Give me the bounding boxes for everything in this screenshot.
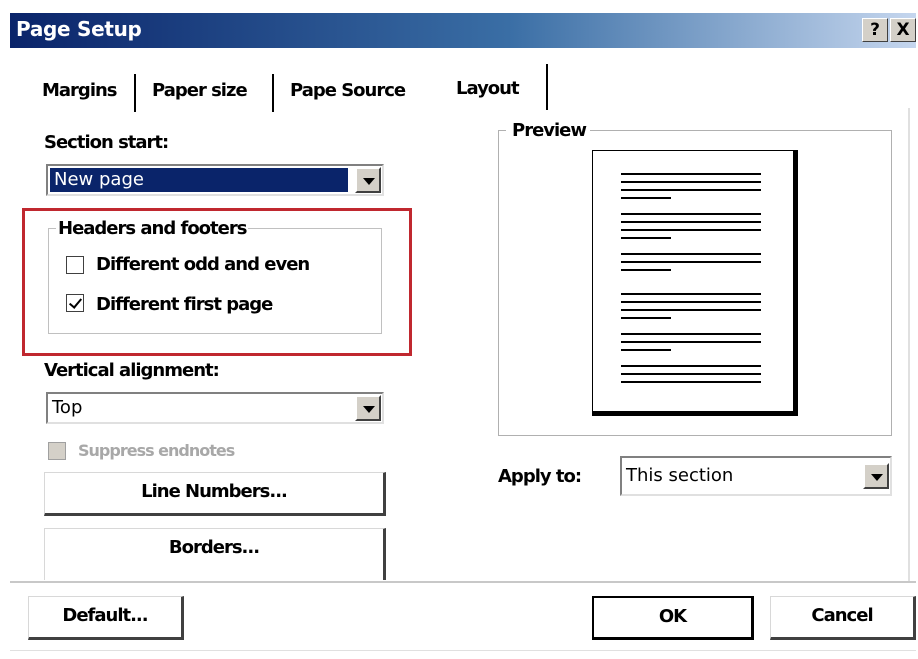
preview-line xyxy=(621,341,761,343)
borders-button[interactable]: Borders... xyxy=(44,528,386,580)
preview-line xyxy=(621,261,761,263)
headers-footers-group xyxy=(48,228,382,334)
preview-line xyxy=(621,237,671,239)
line-numbers-button[interactable]: Line Numbers... xyxy=(44,472,386,516)
preview-frame-top-left xyxy=(498,130,506,131)
preview-line xyxy=(621,213,761,215)
preview-line xyxy=(621,317,671,319)
preview-page xyxy=(592,150,798,416)
chevron-down-icon[interactable] xyxy=(355,395,381,421)
chevron-down-icon[interactable] xyxy=(863,463,889,489)
ok-button[interactable]: OK xyxy=(592,596,754,640)
preview-frame-top xyxy=(590,130,892,131)
tab-layout[interactable]: Layout xyxy=(456,78,520,99)
vertical-alignment-value: Top xyxy=(52,397,83,418)
close-button[interactable]: X xyxy=(890,18,916,42)
tab-paper-size[interactable]: Paper size xyxy=(152,80,248,101)
preview-line xyxy=(621,197,671,199)
headers-footers-title: Headers and footers xyxy=(56,218,249,239)
vertical-alignment-select[interactable]: Top xyxy=(46,392,384,424)
default-button[interactable]: Default... xyxy=(28,596,184,640)
tab-panel-bottom-edge xyxy=(10,581,916,583)
page-setup-dialog: Page Setup ? X Margins Paper size Pape S… xyxy=(0,0,918,659)
section-start-label: Section start: xyxy=(44,132,169,153)
vertical-alignment-label: Vertical alignment: xyxy=(44,360,220,381)
preview-line xyxy=(621,309,761,311)
preview-line xyxy=(621,381,761,383)
preview-line xyxy=(621,373,761,375)
tab-panel-edge xyxy=(908,108,910,583)
preview-line xyxy=(621,333,761,335)
preview-line xyxy=(621,173,761,175)
apply-to-select[interactable]: This section xyxy=(620,456,892,496)
apply-to-value: This section xyxy=(626,465,734,486)
preview-line xyxy=(621,269,671,271)
dialog-bottom-edge xyxy=(10,650,916,651)
preview-line xyxy=(621,253,761,255)
preview-line xyxy=(621,229,761,231)
section-start-value: New page xyxy=(50,168,348,192)
preview-line xyxy=(621,365,761,367)
preview-line xyxy=(621,293,761,295)
section-start-select[interactable]: New page xyxy=(46,164,384,196)
tab-paper-source[interactable]: Pape Source xyxy=(290,80,406,101)
preview-line xyxy=(621,221,761,223)
cancel-button[interactable]: Cancel xyxy=(770,596,916,640)
title-bar[interactable]: Page Setup ? X xyxy=(10,13,916,48)
apply-to-label: Apply to: xyxy=(498,466,582,487)
preview-title: Preview xyxy=(510,120,589,141)
suppress-endnotes-label: Suppress endnotes xyxy=(78,441,235,460)
odd-even-label[interactable]: Different odd and even xyxy=(96,254,310,275)
preview-line xyxy=(621,301,761,303)
preview-line xyxy=(621,349,671,351)
chevron-down-icon[interactable] xyxy=(355,167,381,193)
preview-line xyxy=(621,189,761,191)
first-page-label[interactable]: Different first page xyxy=(96,294,273,315)
tab-layout-edge xyxy=(546,64,548,110)
odd-even-checkbox[interactable] xyxy=(66,256,84,274)
tab-separator xyxy=(134,74,136,112)
first-page-checkbox[interactable] xyxy=(66,294,84,312)
tab-separator xyxy=(272,74,274,112)
tab-margins[interactable]: Margins xyxy=(42,80,118,101)
window-title: Page Setup xyxy=(16,17,142,41)
suppress-endnotes-checkbox xyxy=(48,442,66,460)
help-button[interactable]: ? xyxy=(862,18,888,42)
preview-line xyxy=(621,181,761,183)
